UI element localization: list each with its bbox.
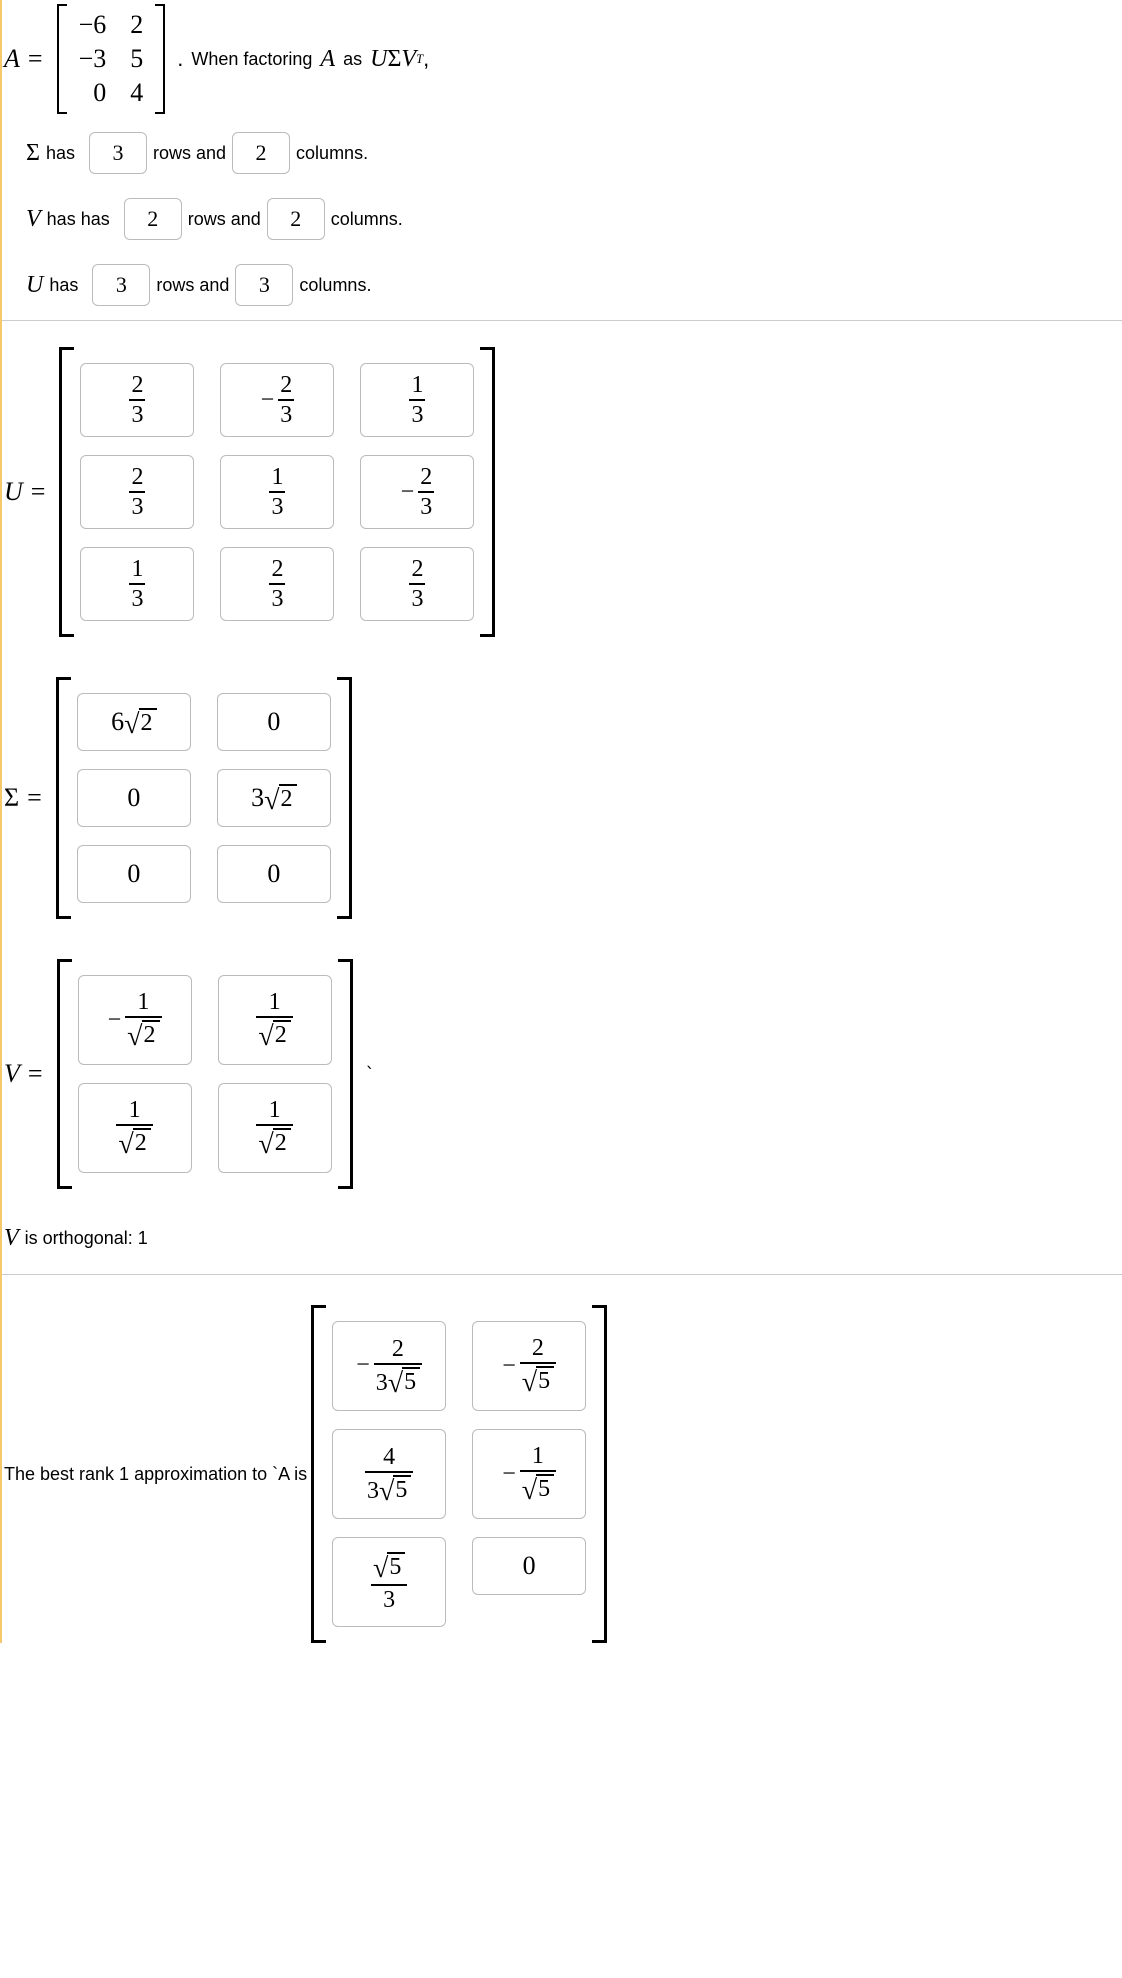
matrix-cell[interactable]: 23	[360, 547, 474, 621]
divider-2	[2, 1274, 1122, 1275]
v-dim-row: V has has 2 rows and 2 columns.	[2, 194, 1122, 244]
matrix-cell[interactable]: −2√5	[472, 1321, 586, 1411]
u-label: U	[26, 272, 43, 299]
sigma-rows-and: rows and	[153, 143, 226, 164]
u-has: has	[49, 275, 78, 296]
u-rows-input[interactable]: 3	[92, 264, 150, 306]
matrix-cell[interactable]: 0	[77, 845, 191, 903]
factor-T: T	[416, 52, 423, 67]
matrix-cell[interactable]: √53	[332, 1537, 446, 1627]
matrix-cell[interactable]: 23	[80, 363, 194, 437]
v-cols-input[interactable]: 2	[267, 198, 325, 240]
factor-Sigma: Σ	[387, 46, 401, 73]
matrix-cell[interactable]: −1√5	[472, 1429, 586, 1519]
u-matrix-bracket: 23 −23 13 23 13 −23 13 23 23	[59, 347, 495, 637]
factor-U: U	[370, 46, 387, 73]
var-A: A	[4, 44, 20, 74]
orth-row: V is orthogonal: 1	[2, 1209, 1122, 1268]
v-columns: columns.	[331, 209, 403, 230]
v-equals: =	[28, 1059, 43, 1089]
v-trailing-tick: `	[365, 1064, 376, 1085]
sigma-matrix-row: Σ = 6√2003√200	[2, 657, 1122, 939]
v-matrix-label: V	[4, 1059, 20, 1089]
u-matrix-row: U = 23 −23 13 23 13 −23 13 23 23	[2, 327, 1122, 657]
u-cols-input[interactable]: 3	[235, 264, 293, 306]
matrix-cell[interactable]: 13	[360, 363, 474, 437]
matrix-cell[interactable]: −23	[360, 455, 474, 529]
matrix-cell[interactable]: 3√2	[217, 769, 331, 827]
v-matrix-bracket: −1√2 1√2 1√2 1√2	[57, 959, 353, 1189]
factor-V: V	[401, 46, 416, 73]
sigma-has: has	[46, 143, 75, 164]
factor-A: A	[320, 46, 335, 73]
orth-V: V	[4, 1225, 19, 1252]
orth-text: is orthogonal: 1	[25, 1228, 148, 1249]
u-equals: =	[31, 477, 46, 507]
sigma-cols-input[interactable]: 2	[232, 132, 290, 174]
u-rows-and: rows and	[156, 275, 229, 296]
sigma-rows-input[interactable]: 3	[89, 132, 147, 174]
matrix-cell[interactable]: 23	[80, 455, 194, 529]
sigma-matrix-bracket: 6√2003√200	[56, 677, 352, 919]
rank1-text: The best rank 1 approximation to `A is	[4, 1464, 307, 1485]
sigma-matrix-grid: 6√2003√200	[77, 693, 331, 903]
matrix-cell[interactable]: 23	[220, 547, 334, 621]
matrix-cell[interactable]: 13	[220, 455, 334, 529]
equals-sign: =	[28, 44, 43, 74]
rank1-row: The best rank 1 approximation to `A is −…	[2, 1281, 1122, 1643]
divider-1	[2, 320, 1122, 321]
matrix-cell[interactable]: 1√2	[78, 1083, 192, 1173]
v-matrix-row: V = −1√2 1√2 1√2 1√2 `	[2, 939, 1122, 1209]
comma: ,	[423, 46, 429, 72]
v-label: V	[26, 206, 41, 233]
matrix-cell[interactable]: −1√2	[78, 975, 192, 1065]
factor-text-1: When factoring	[191, 49, 312, 70]
u-matrix-label: U	[4, 477, 23, 507]
factor-text-2: as	[343, 49, 362, 70]
rank1-matrix-grid: −23√5 −2√5 43√5 −1√5 √53 0	[332, 1321, 586, 1627]
matrix-cell[interactable]: −23√5	[332, 1321, 446, 1411]
problem-statement: A = −62 −35 04 . When factoring A as U Σ…	[2, 0, 1122, 118]
rank1-matrix-bracket: −23√5 −2√5 43√5 −1√5 √53 0	[311, 1305, 607, 1643]
v-matrix-grid: −1√2 1√2 1√2 1√2	[78, 975, 332, 1173]
matrix-cell[interactable]: 6√2	[77, 693, 191, 751]
matrix-cell[interactable]: 0	[217, 693, 331, 751]
sigma-matrix-label: Σ	[4, 783, 19, 813]
sigma-equals: =	[27, 783, 42, 813]
sigma-dim-row: Σ has 3 rows and 2 columns.	[2, 128, 1122, 178]
matrix-A: −62 −35 04	[57, 4, 166, 114]
v-has: has has	[47, 209, 110, 230]
sigma-columns: columns.	[296, 143, 368, 164]
matrix-cell[interactable]: 0	[77, 769, 191, 827]
v-rows-and: rows and	[188, 209, 261, 230]
u-matrix-grid: 23 −23 13 23 13 −23 13 23 23	[80, 363, 474, 621]
matrix-cell[interactable]: 43√5	[332, 1429, 446, 1519]
v-rows-input[interactable]: 2	[124, 198, 182, 240]
matrix-cell[interactable]: 1√2	[218, 975, 332, 1065]
u-columns: columns.	[299, 275, 371, 296]
sigma-label: Σ	[26, 140, 40, 167]
matrix-cell[interactable]: −23	[220, 363, 334, 437]
matrix-cell[interactable]: 0	[472, 1537, 586, 1595]
matrix-cell[interactable]: 1√2	[218, 1083, 332, 1173]
u-dim-row: U has 3 rows and 3 columns.	[2, 260, 1122, 310]
matrix-cell[interactable]: 0	[217, 845, 331, 903]
period: .	[177, 46, 183, 72]
matrix-cell[interactable]: 13	[80, 547, 194, 621]
